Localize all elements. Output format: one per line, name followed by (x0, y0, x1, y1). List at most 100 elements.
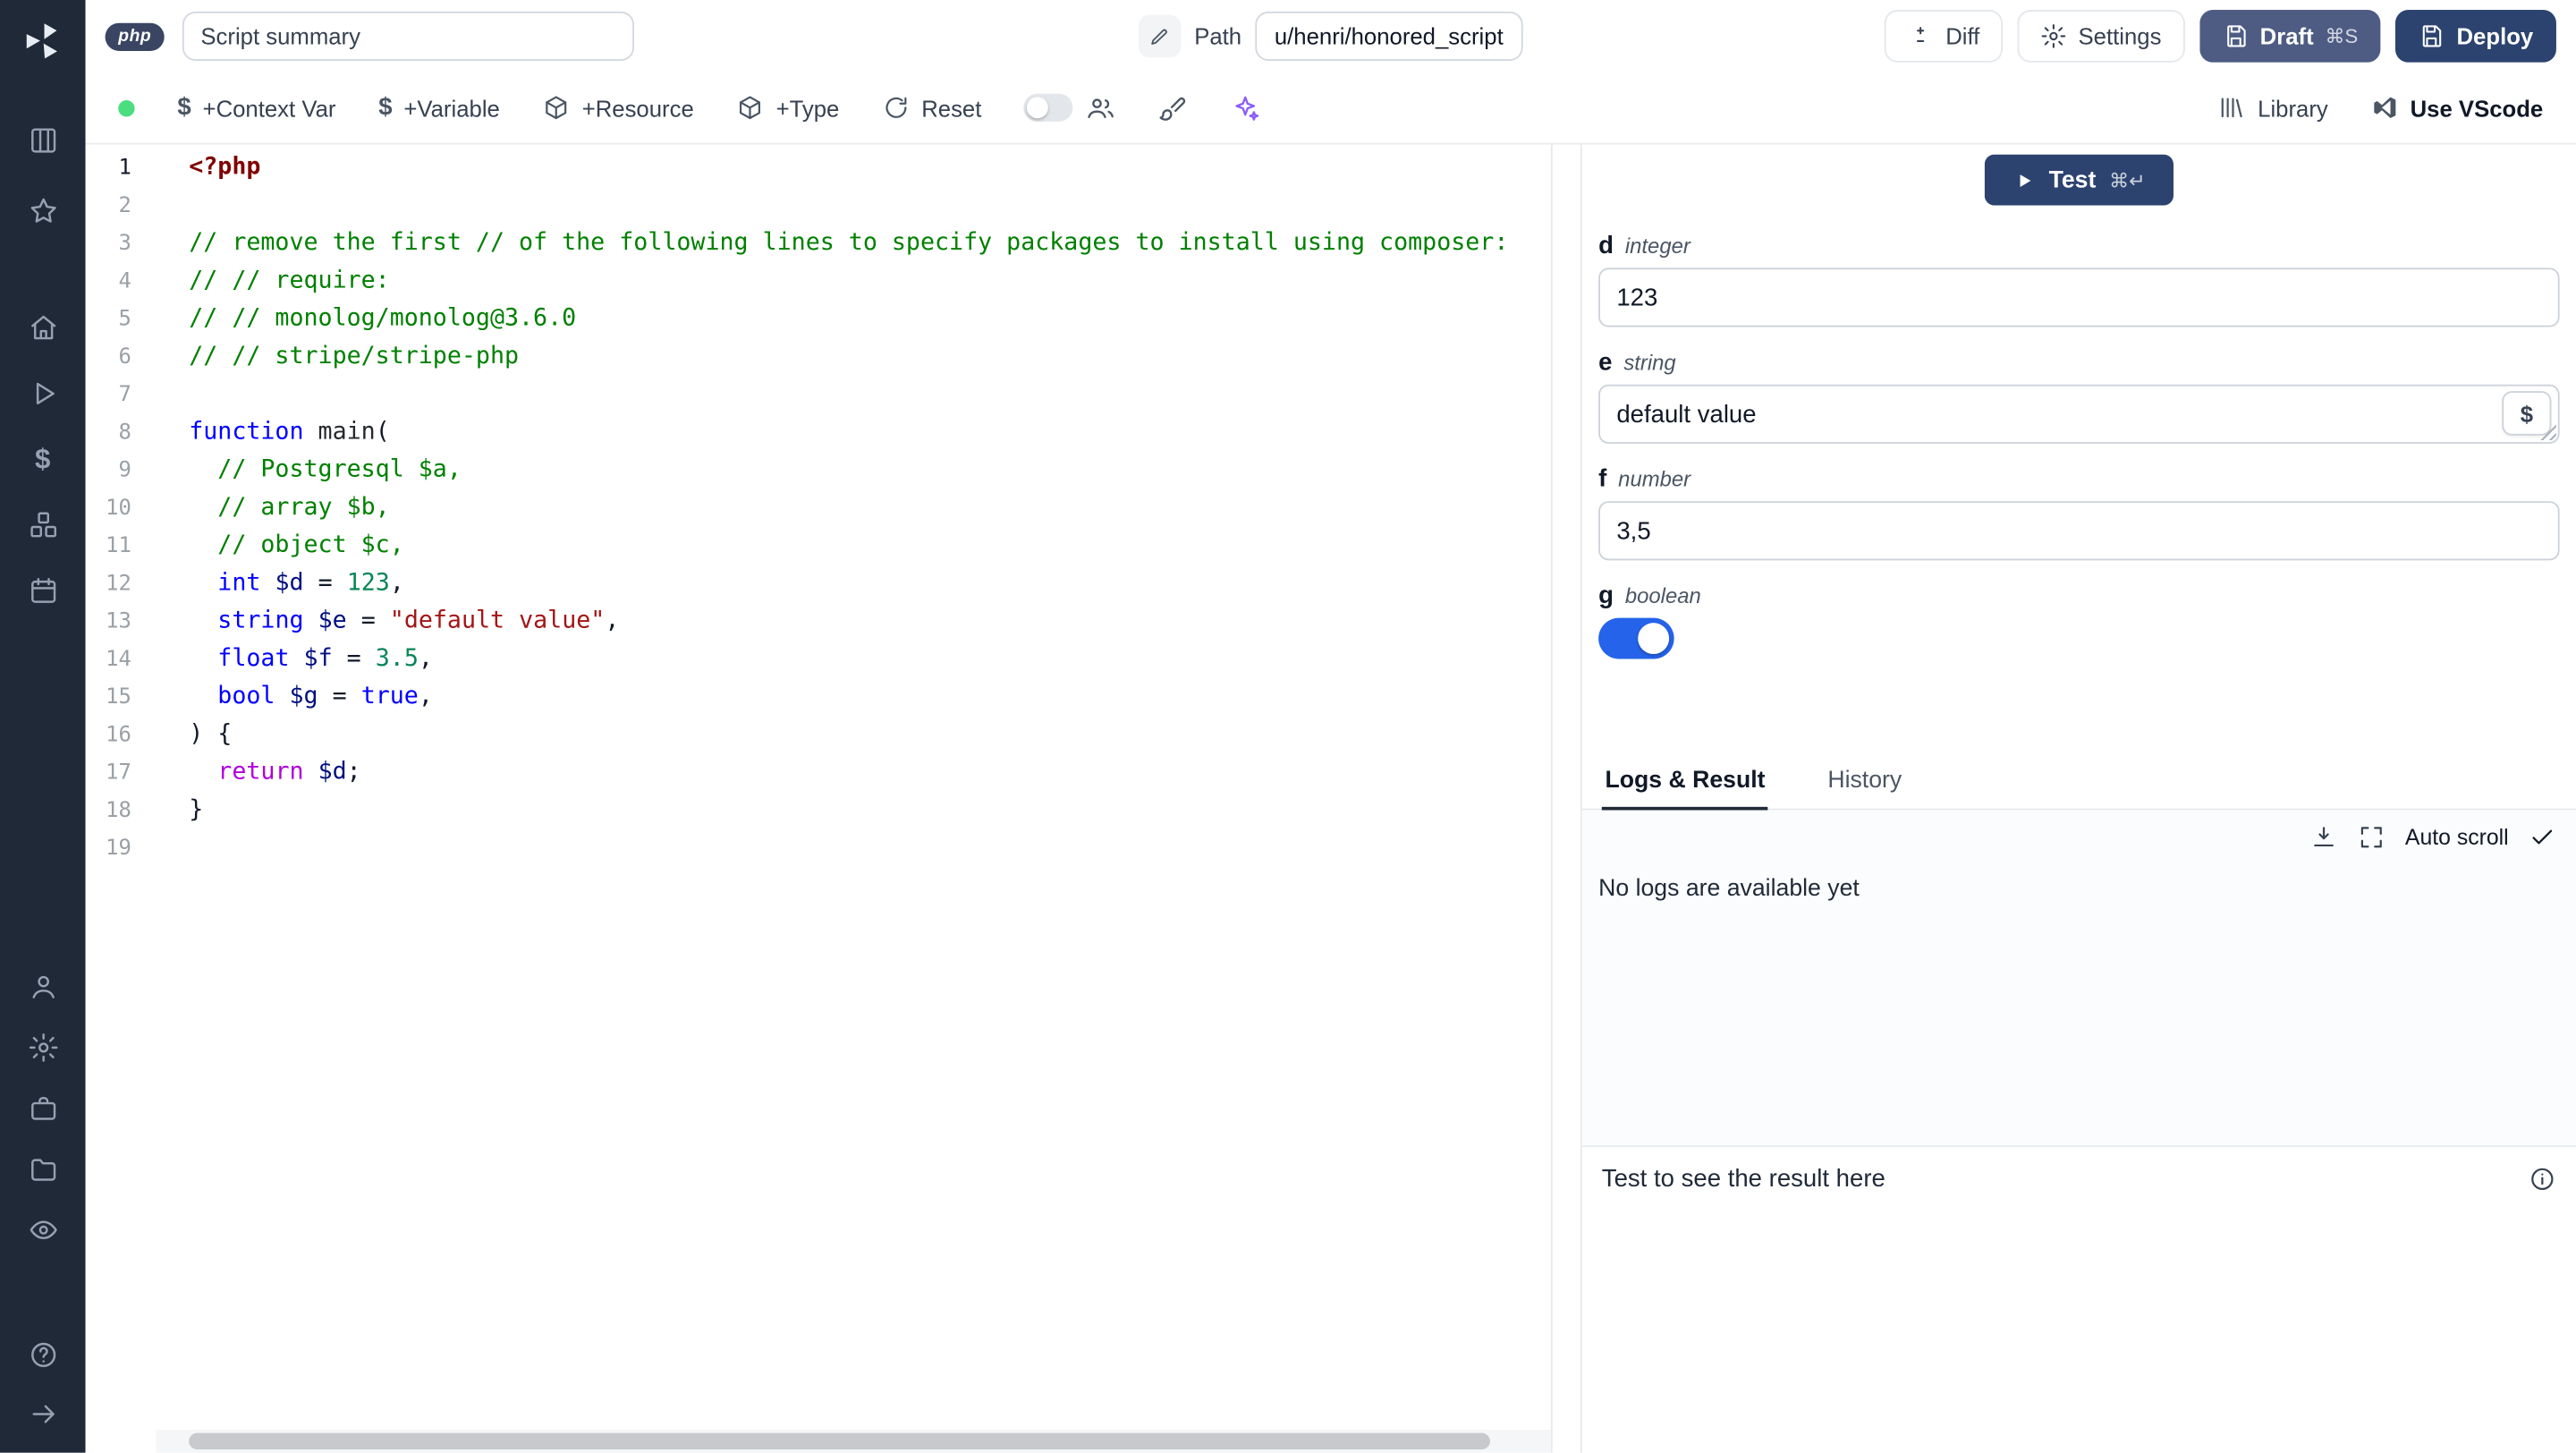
add-resource-button[interactable]: +Resource (543, 94, 694, 122)
field-d-input[interactable] (1598, 268, 2560, 327)
field-d-name: d (1598, 231, 1614, 260)
format-brush-icon[interactable] (1159, 93, 1189, 123)
field-f-input[interactable] (1598, 501, 2560, 561)
pane-splitter[interactable] (1552, 144, 1580, 1453)
code-line[interactable]: // // monolog/monolog@3.6.0 (189, 301, 1551, 338)
line-number: 12 (106, 572, 131, 597)
code-line[interactable]: return $d; (189, 754, 1551, 792)
field-e-input[interactable] (1598, 384, 2560, 444)
add-type-button[interactable]: +Type (737, 94, 839, 122)
sidebar-nav-main: $ (27, 312, 58, 607)
line-number: 15 (106, 684, 131, 710)
horizontal-scrollbar[interactable] (156, 1429, 1551, 1453)
library-icon (2222, 98, 2243, 118)
code-line[interactable]: // array $b, (189, 489, 1551, 527)
code-line[interactable]: // Postgresql $a, (189, 452, 1551, 489)
reset-icon (886, 97, 907, 118)
code-line[interactable] (189, 830, 1551, 868)
run-panel: Test ⌘↵ d integer e string (1580, 144, 2576, 1453)
sidebar-item-workers[interactable] (27, 1092, 58, 1124)
help-icon (30, 1342, 55, 1367)
download-logs-icon[interactable] (2309, 822, 2337, 850)
line-number: 19 (106, 836, 131, 862)
add-variable-button[interactable]: $ +Variable (378, 94, 500, 122)
insert-variable-button[interactable]: $ (2502, 391, 2552, 436)
diff-button[interactable]: Diff (1885, 10, 2004, 63)
sidebar-item-variables[interactable]: $ (35, 444, 50, 475)
code-line[interactable]: ) { (189, 717, 1551, 754)
ai-sparkles-icon[interactable] (1232, 93, 1261, 123)
line-number: 16 (106, 723, 131, 748)
sidebar-collapse-button[interactable] (27, 1398, 58, 1430)
code-line[interactable]: // // stripe/stripe-php (189, 338, 1551, 376)
sidebar-item-columns[interactable] (27, 125, 58, 157)
multiplayer-toggle[interactable] (1024, 93, 1074, 122)
code-line[interactable]: // // require: (189, 263, 1551, 301)
diff-icon (1917, 27, 1925, 42)
code-line[interactable]: bool $g = true, (189, 679, 1551, 717)
code-line[interactable]: function main( (189, 414, 1551, 452)
sidebar-item-home[interactable] (27, 312, 58, 344)
code-line[interactable]: // object $c, (189, 528, 1551, 565)
sidebar-item-user[interactable] (27, 972, 58, 1003)
path-label: Path (1194, 22, 1242, 50)
field-d: d integer (1598, 231, 2560, 327)
auto-scroll-label[interactable]: Auto scroll (2405, 824, 2509, 849)
script-path[interactable]: u/henri/honored_script (1254, 11, 1523, 61)
field-f-name: f (1598, 464, 1607, 494)
panel-tabs: Logs & Result History (1581, 758, 2576, 811)
vscode-icon (2374, 97, 2396, 119)
sidebar-nav-top (27, 125, 58, 227)
code-line[interactable] (189, 187, 1551, 225)
scrollbar-thumb[interactable] (189, 1432, 1490, 1449)
add-context-var-button[interactable]: $ +Context Var (177, 94, 335, 122)
sidebar-item-runs[interactable] (27, 378, 58, 409)
code-line[interactable]: string $e = "default value", (189, 603, 1551, 641)
field-g: g boolean (1598, 582, 2559, 667)
code-line[interactable] (189, 377, 1551, 414)
tab-history[interactable]: History (1825, 758, 1905, 811)
code-line[interactable]: int $d = 123, (189, 565, 1551, 603)
sidebar-item-audit[interactable] (27, 1214, 58, 1245)
field-g-type: boolean (1624, 583, 1701, 608)
status-dot (118, 99, 135, 116)
field-f: f number (1598, 464, 2560, 561)
code-line[interactable]: float $f = 3.5, (189, 641, 1551, 678)
sidebar-item-favorites[interactable] (27, 196, 58, 227)
reset-button[interactable]: Reset (882, 94, 981, 122)
use-vscode-button[interactable]: Use VScode (2371, 94, 2543, 122)
line-number: 11 (106, 533, 131, 559)
app-window: $ php Path u/henri/honored_script (0, 0, 2576, 1453)
test-button[interactable]: Test ⌘↵ (1984, 154, 2174, 206)
windmill-logo[interactable] (21, 20, 64, 63)
logs-section: Auto scroll No logs are available yet (1581, 810, 2576, 1146)
code-line[interactable]: } (189, 792, 1551, 829)
code-line[interactable]: // remove the first // of the following … (189, 225, 1551, 263)
field-f-type: number (1618, 466, 1691, 492)
line-number: 17 (106, 760, 131, 786)
sidebar-item-folders[interactable] (27, 1153, 58, 1185)
boolean-toggle[interactable] (1598, 617, 1674, 659)
line-number: 6 (118, 344, 131, 370)
tab-logs-result[interactable]: Logs & Result (1601, 758, 1769, 811)
code-editor[interactable]: 1 2 3 4 5 6 7 8 9 10 11 12 13 14 15 16 17 18 19 <?php// re… (85, 144, 1553, 1453)
library-button[interactable]: Library (2218, 94, 2328, 122)
sidebar-nav-lower (27, 972, 58, 1246)
edit-path-button[interactable] (1138, 14, 1182, 58)
package-icon (740, 96, 761, 120)
sidebar-item-settings[interactable] (27, 1032, 58, 1063)
script-summary-input[interactable] (182, 11, 635, 61)
info-icon (2529, 1165, 2556, 1193)
calendar-icon (30, 577, 55, 603)
auto-scroll-check-icon[interactable] (2529, 822, 2556, 850)
sidebar-item-help[interactable] (27, 1339, 58, 1371)
sidebar-item-resources[interactable] (27, 509, 58, 540)
expand-logs-icon[interactable] (2358, 822, 2385, 850)
users-icon[interactable] (1087, 93, 1116, 123)
sidebar-item-schedules[interactable] (27, 575, 58, 607)
boxes-icon (30, 512, 56, 538)
settings-button[interactable]: Settings (2017, 10, 2185, 63)
draft-button[interactable]: Draft ⌘S (2199, 10, 2381, 63)
code-line[interactable]: <?php (189, 149, 1551, 187)
deploy-button[interactable]: Deploy (2395, 10, 2556, 63)
